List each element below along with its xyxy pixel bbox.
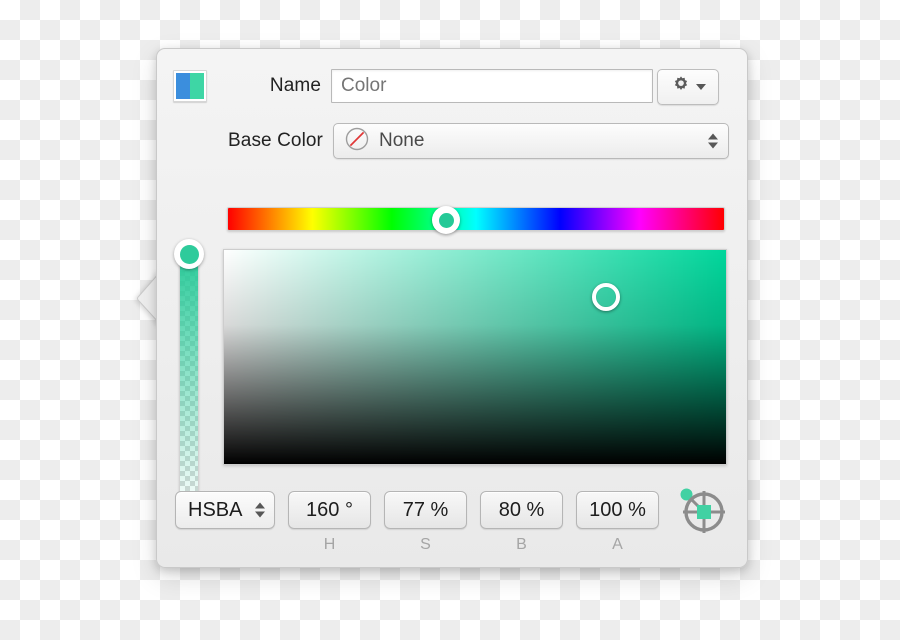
swatch-right-half xyxy=(190,73,204,99)
saturation-brightness-field[interactable] xyxy=(223,249,727,465)
name-label: Name xyxy=(269,75,321,96)
triangle-down-icon xyxy=(696,84,706,90)
alpha-slider-thumb[interactable] xyxy=(174,239,204,269)
triangle-up-icon xyxy=(255,502,265,509)
triangle-down-icon xyxy=(255,511,265,518)
swatch-left-half xyxy=(176,73,190,99)
crosshair-eyedropper-icon[interactable] xyxy=(673,481,729,537)
hue-value-field[interactable]: 160 ° xyxy=(288,491,371,529)
hue-thumb-color xyxy=(438,212,454,228)
brightness-caption: B xyxy=(516,536,527,553)
gear-icon xyxy=(670,74,692,101)
color-swatch-preview[interactable] xyxy=(173,70,207,102)
hue-slider-thumb[interactable] xyxy=(432,206,460,234)
brightness-value-field[interactable]: 80 % xyxy=(480,491,563,529)
base-color-value: None xyxy=(379,130,425,151)
color-model-stepper xyxy=(255,502,265,518)
name-row: Name xyxy=(173,69,653,103)
sb-black-layer xyxy=(224,250,726,464)
base-color-select[interactable]: None xyxy=(333,123,729,159)
circle-slash-icon xyxy=(344,126,370,157)
alpha-gradient-fill xyxy=(180,246,198,514)
hue-slider[interactable] xyxy=(227,207,725,231)
alpha-thumb-color xyxy=(179,244,199,264)
triangle-up-icon xyxy=(708,133,718,140)
name-input[interactable] xyxy=(331,69,653,103)
triangle-down-icon xyxy=(708,142,718,149)
alpha-slider[interactable] xyxy=(179,245,199,515)
base-color-label: Base Color xyxy=(228,130,323,151)
base-color-stepper[interactable] xyxy=(708,133,718,149)
color-model-popup[interactable]: HSBA xyxy=(175,491,275,529)
sb-field-cursor[interactable] xyxy=(591,283,620,312)
saturation-value-field[interactable]: 77 % xyxy=(384,491,467,529)
alpha-caption: A xyxy=(612,536,623,553)
color-model-label: HSBA xyxy=(188,498,243,521)
alpha-value-field[interactable]: 100 % xyxy=(576,491,659,529)
saturation-caption: S xyxy=(420,536,431,553)
color-picker-popover: Name Base Color None xyxy=(156,48,748,568)
hue-caption: H xyxy=(323,536,336,553)
base-color-row: Base Color None xyxy=(173,123,729,159)
settings-gear-button[interactable] xyxy=(657,69,719,105)
